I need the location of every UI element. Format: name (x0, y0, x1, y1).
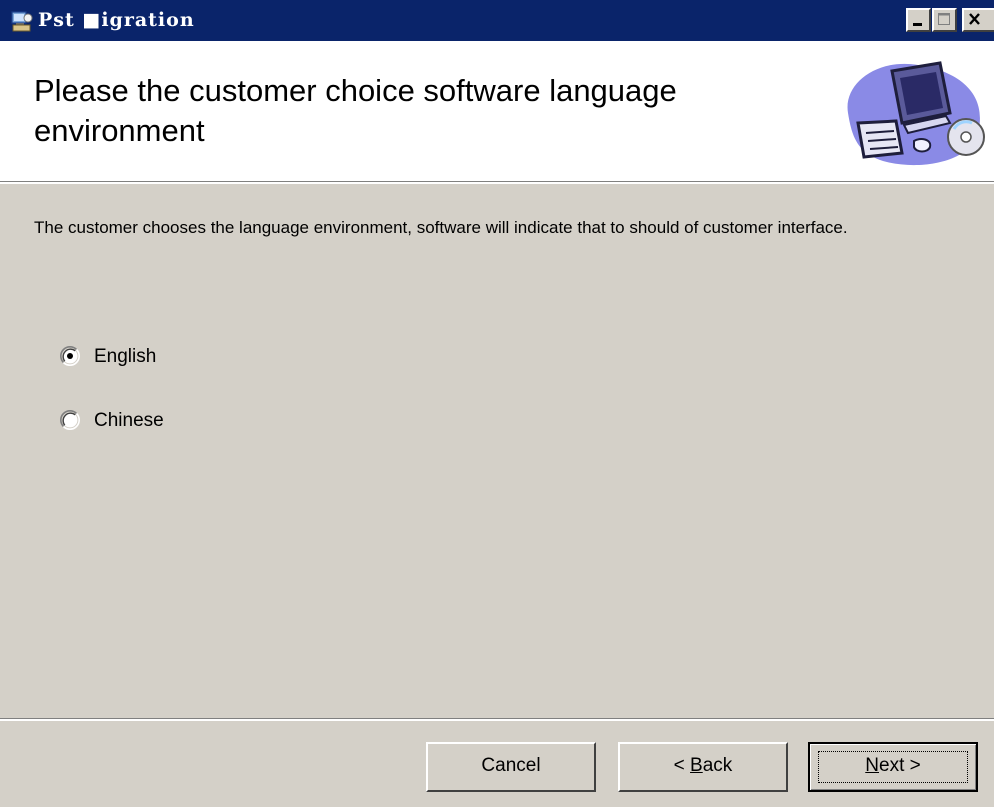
close-icon (969, 13, 980, 25)
radio-label-english: English (94, 346, 157, 367)
title-bar[interactable]: Pst ■igration (0, 0, 994, 41)
cancel-button[interactable]: Cancel (426, 742, 596, 792)
window-title: Pst ■igration (38, 9, 195, 31)
footer-separator-highlight (0, 719, 994, 721)
radio-unselected-icon[interactable] (60, 410, 80, 430)
instruction-text: The customer chooses the language enviro… (34, 218, 848, 237)
computer-cd-icon (847, 61, 985, 166)
next-rest: ext > (879, 755, 921, 776)
back-button-label: < Back (674, 755, 733, 776)
back-button[interactable]: < Back (618, 742, 788, 792)
radio-label-chinese: Chinese (94, 410, 164, 431)
minimize-icon (913, 23, 922, 26)
cancel-button-label: Cancel (481, 755, 541, 776)
next-button-label: Next > (865, 755, 920, 776)
header-banner: Please the customer choice software lang… (0, 41, 994, 181)
back-mnemonic: B (690, 755, 703, 776)
banner-separator-highlight (0, 182, 994, 184)
back-prefix: < (673, 755, 691, 776)
radio-selected-icon[interactable] (60, 346, 80, 366)
back-rest: ack (702, 755, 733, 776)
next-mnemonic: N (865, 755, 879, 776)
page-title: Please the customer choice software lang… (34, 73, 677, 148)
installer-window: Pst ■igration Please the customer choice… (0, 0, 994, 807)
installer-app-icon (11, 11, 33, 32)
next-button[interactable]: Next > (808, 742, 978, 792)
maximize-button[interactable] (932, 8, 957, 32)
close-button[interactable] (962, 8, 994, 32)
maximize-icon (938, 13, 950, 25)
minimize-button[interactable] (906, 8, 931, 32)
